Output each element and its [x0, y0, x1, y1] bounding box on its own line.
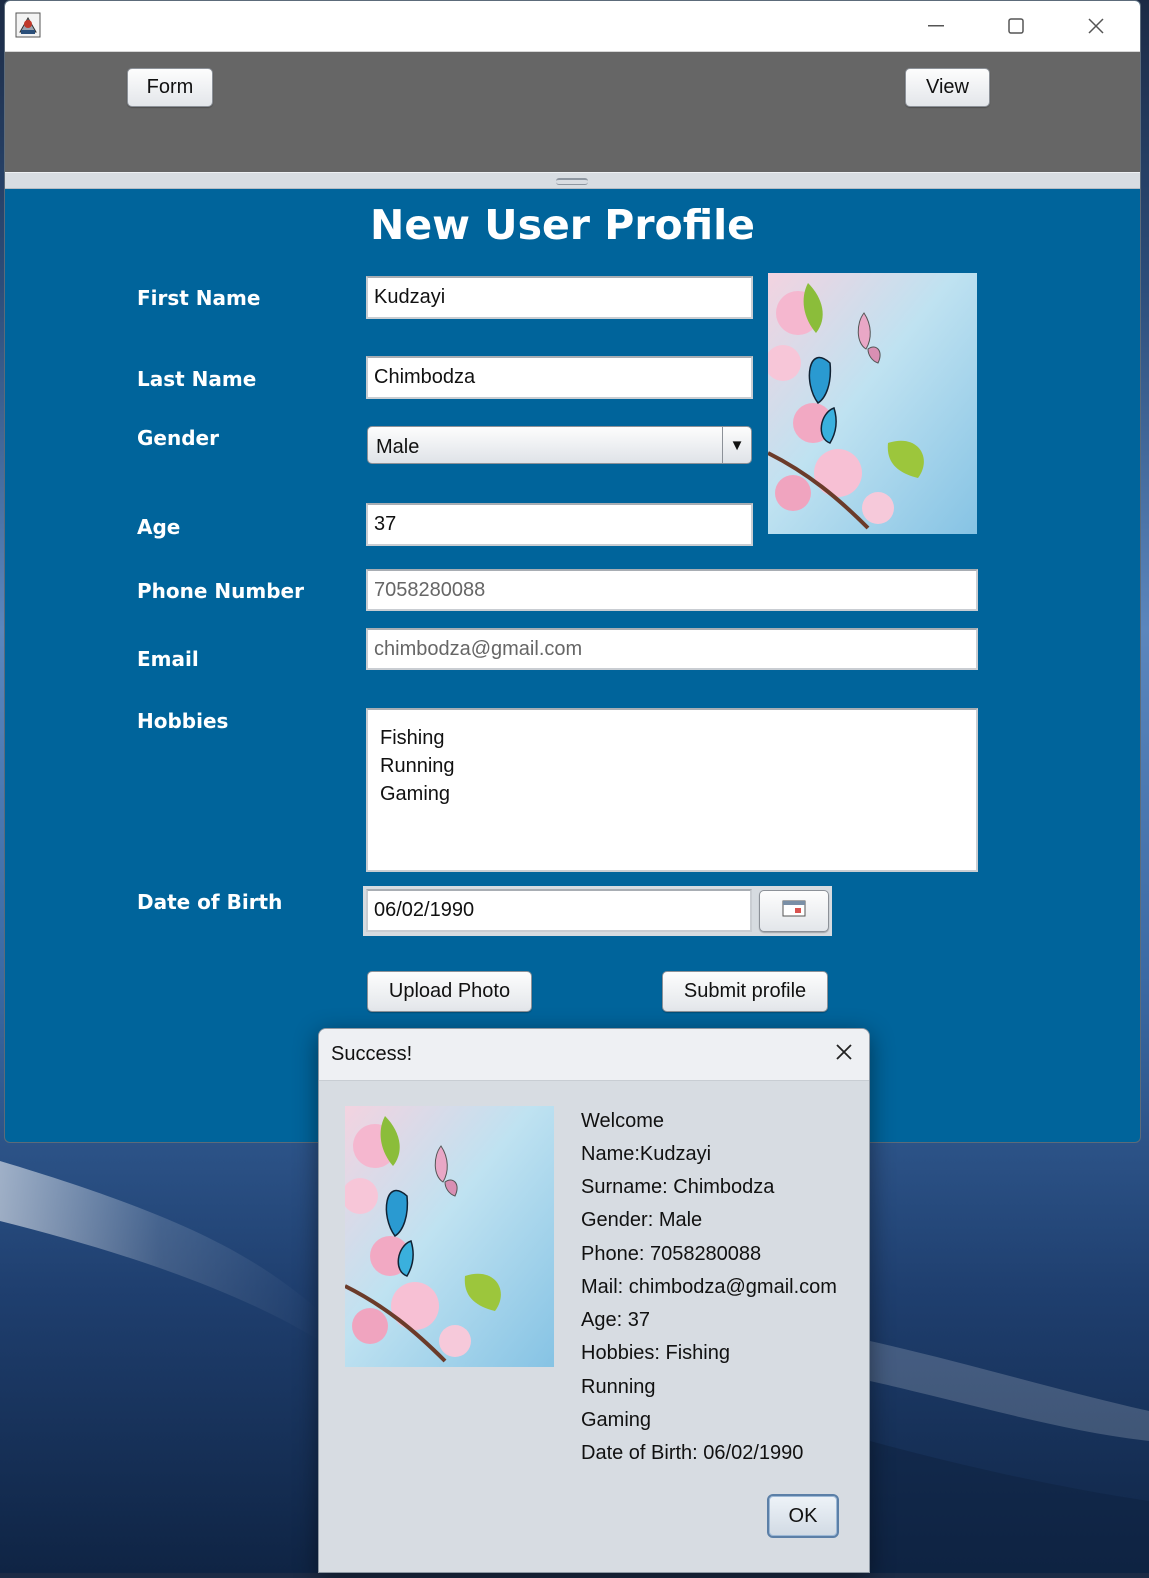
phone-text: Phone: 7058280088	[581, 1243, 762, 1265]
calendar-button[interactable]	[759, 890, 829, 932]
mail-text: Mail: chimbodza@gmail.com	[581, 1276, 837, 1298]
date-of-birth-text: Date of Birth: 06/02/1990	[581, 1442, 804, 1464]
date-of-birth-field[interactable]: 06/02/1990	[366, 889, 752, 932]
gender-label: Gender	[137, 426, 219, 450]
calendar-icon	[782, 899, 806, 923]
divider-grip-icon[interactable]	[556, 178, 588, 185]
email-label: Email	[137, 647, 199, 671]
age-text: Age: 37	[581, 1309, 650, 1331]
date-of-birth-label: Date of Birth	[137, 890, 283, 914]
split-pane-divider[interactable]	[5, 172, 1140, 189]
hobby-running-text: Running	[581, 1376, 656, 1398]
hobby-line: Running	[380, 755, 455, 777]
hobby-line: Fishing	[380, 727, 445, 749]
java-app-icon	[15, 12, 41, 38]
first-name-label: First Name	[137, 286, 261, 310]
dialog-title-bar: Success!	[319, 1029, 869, 1081]
age-label: Age	[137, 515, 181, 539]
phone-label: Phone Number	[137, 579, 304, 603]
welcome-text: Welcome	[581, 1110, 664, 1132]
page-title: New User Profile	[370, 201, 755, 249]
gender-text: Gender: Male	[581, 1209, 703, 1231]
success-dialog: Success! Welcome Name:Kudzayi Surname: C…	[318, 1028, 870, 1573]
ok-button[interactable]: OK	[767, 1494, 839, 1538]
surname-text: Surname: Chimbodza	[581, 1176, 775, 1198]
hobbies-label: Hobbies	[137, 709, 229, 733]
view-button[interactable]: View	[905, 68, 990, 107]
first-name-field[interactable]: Kudzayi	[366, 276, 753, 319]
main-window: Form View New User Profile First Name Ku…	[4, 0, 1141, 1143]
profile-photo	[765, 273, 977, 534]
form-button[interactable]: Form	[127, 68, 213, 107]
gender-dropdown[interactable]: Male ▼	[367, 426, 752, 464]
name-text: Name:Kudzayi	[581, 1143, 712, 1165]
hobby-line: Gaming	[380, 783, 451, 805]
title-bar	[5, 1, 1140, 52]
hobbies-text: Hobbies: Fishing	[581, 1342, 730, 1364]
dialog-profile-photo	[342, 1106, 554, 1367]
age-field[interactable]: 37	[366, 503, 753, 546]
phone-field[interactable]: 7058280088	[366, 569, 978, 611]
minimize-icon[interactable]	[911, 9, 961, 43]
hobby-gaming-text: Gaming	[581, 1409, 652, 1431]
submit-profile-button[interactable]: Submit profile	[662, 971, 828, 1012]
maximize-icon[interactable]	[991, 9, 1041, 43]
navigation-panel: Form View	[5, 52, 1140, 172]
dialog-title: Success!	[331, 1043, 413, 1065]
dropdown-arrow-icon[interactable]: ▼	[722, 427, 751, 463]
email-field[interactable]: chimbodza@gmail.com	[366, 628, 978, 670]
last-name-label: Last Name	[137, 367, 257, 391]
dialog-close-icon[interactable]	[835, 1040, 853, 1068]
hobbies-textarea[interactable]: Fishing Running Gaming	[366, 708, 978, 872]
upload-photo-button[interactable]: Upload Photo	[367, 971, 532, 1012]
date-picker: 06/02/1990	[363, 886, 832, 936]
close-icon[interactable]	[1071, 9, 1121, 43]
gender-selected-value: Male	[376, 436, 420, 458]
last-name-field[interactable]: Chimbodza	[366, 356, 753, 399]
